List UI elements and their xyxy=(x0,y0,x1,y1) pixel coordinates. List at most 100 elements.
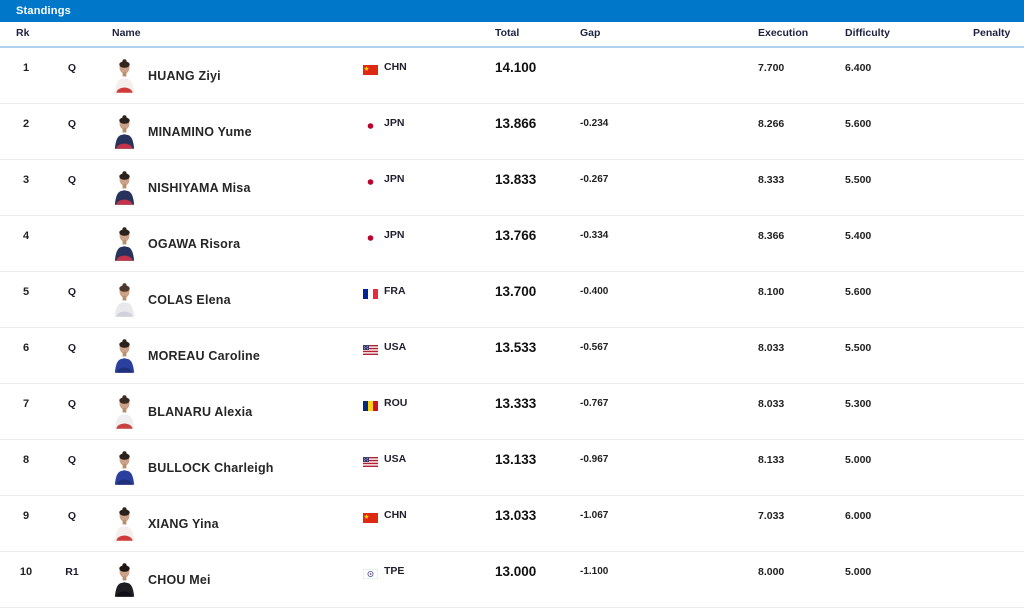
penalty-value xyxy=(973,104,1024,159)
rank-value: 9 xyxy=(22,510,30,522)
difficulty-score: 5.400 xyxy=(845,230,872,242)
qualifier-badge xyxy=(52,216,92,271)
athlete-cell: MINAMINO Yume xyxy=(92,104,355,159)
noc-code: JPN xyxy=(384,229,405,241)
usa-flag-icon xyxy=(363,454,378,467)
rank-value: 4 xyxy=(22,230,30,242)
athlete-photo xyxy=(112,506,137,541)
table-row: 2 Q MINAMINO Yume JPN 13.866 -0.234 8.26… xyxy=(0,104,1024,160)
penalty-value xyxy=(973,552,1024,607)
table-row: 9 Q XIANG Yina CHN 13.033 -1.067 7.033 6… xyxy=(0,496,1024,552)
penalty-value xyxy=(973,496,1024,551)
athlete-cell: NISHIYAMA Misa xyxy=(92,160,355,215)
athlete-photo xyxy=(112,282,137,317)
gap-value xyxy=(580,48,758,103)
total-score: 13.533 xyxy=(495,340,537,355)
difficulty-score: 6.000 xyxy=(845,510,872,522)
difficulty-score: 5.300 xyxy=(845,398,872,410)
total-score: 13.133 xyxy=(495,452,537,467)
athlete-cell: HUANG Ziyi xyxy=(92,48,355,103)
country-cell: JPN xyxy=(355,104,487,159)
athlete-name: BULLOCK Charleigh xyxy=(148,460,274,475)
difficulty-score: 6.400 xyxy=(845,62,872,74)
execution-score: 8.100 xyxy=(758,286,785,298)
noc-code: ROU xyxy=(384,397,408,409)
usa-flag-icon xyxy=(363,342,378,355)
country-cell: CHN xyxy=(355,48,487,103)
country-cell: TPE xyxy=(355,552,487,607)
athlete-cell: OGAWA Risora xyxy=(92,216,355,271)
table-row: 8 Q BULLOCK Charleigh USA 13.133 -0.967 … xyxy=(0,440,1024,496)
noc-code: JPN xyxy=(384,173,405,185)
difficulty-score: 5.000 xyxy=(845,566,872,578)
chn-flag-icon xyxy=(363,510,378,523)
column-header-gap: Gap xyxy=(580,27,601,39)
gap-value: -0.267 xyxy=(580,174,609,185)
penalty-value xyxy=(973,440,1024,495)
rank-value: 6 xyxy=(22,342,30,354)
rank-value: 10 xyxy=(19,566,33,578)
column-header-execution: Execution xyxy=(758,27,809,39)
table-row: 5 Q COLAS Elena FRA 13.700 -0.400 8.100 … xyxy=(0,272,1024,328)
total-score: 13.833 xyxy=(495,172,537,187)
rank-value: 1 xyxy=(22,62,30,74)
rank-value: 7 xyxy=(22,398,30,410)
athlete-name: COLAS Elena xyxy=(148,292,231,307)
column-header-name: Name xyxy=(112,27,141,39)
total-score: 14.100 xyxy=(495,60,537,75)
table-row: 10 R1 CHOU Mei TPE 13.000 -1.100 8.000 5… xyxy=(0,552,1024,608)
difficulty-score: 5.600 xyxy=(845,118,872,130)
total-score: 13.700 xyxy=(495,284,537,299)
execution-score: 7.033 xyxy=(758,510,785,522)
table-row: 6 Q MOREAU Caroline USA 13.533 -0.567 8.… xyxy=(0,328,1024,384)
total-score: 13.000 xyxy=(495,564,537,579)
execution-score: 8.000 xyxy=(758,566,785,578)
difficulty-score: 5.500 xyxy=(845,342,872,354)
noc-code: JPN xyxy=(384,117,405,129)
penalty-value xyxy=(973,328,1024,383)
penalty-value xyxy=(973,48,1024,103)
execution-score: 8.033 xyxy=(758,398,785,410)
execution-score: 8.033 xyxy=(758,342,785,354)
qualifier-badge: Q xyxy=(67,118,77,130)
noc-code: FRA xyxy=(384,285,406,297)
execution-score: 8.266 xyxy=(758,118,785,130)
execution-score: 8.133 xyxy=(758,454,785,466)
column-header-total: Total xyxy=(495,27,520,39)
jpn-flag-icon xyxy=(363,230,378,243)
qualifier-badge: Q xyxy=(67,174,77,186)
athlete-name: MINAMINO Yume xyxy=(148,124,252,139)
athlete-photo xyxy=(112,58,137,93)
total-score: 13.033 xyxy=(495,508,537,523)
qualifier-badge: Q xyxy=(67,398,77,410)
country-cell: JPN xyxy=(355,160,487,215)
table-row: 7 Q BLANARU Alexia ROU 13.333 -0.767 8.0… xyxy=(0,384,1024,440)
gap-value: -1.100 xyxy=(580,566,609,577)
qualifier-badge: R1 xyxy=(65,566,79,578)
noc-code: CHN xyxy=(384,509,407,521)
gap-value: -0.400 xyxy=(580,286,609,297)
chn-flag-icon xyxy=(363,62,378,75)
country-cell: JPN xyxy=(355,216,487,271)
column-header-penalty: Penalty xyxy=(973,27,1011,39)
execution-score: 7.700 xyxy=(758,62,785,74)
rank-value: 3 xyxy=(22,174,30,186)
column-header-rank: Rk xyxy=(16,27,30,39)
total-score: 13.866 xyxy=(495,116,537,131)
rank-value: 8 xyxy=(22,454,30,466)
page-title: Standings xyxy=(16,5,71,17)
athlete-photo xyxy=(112,450,137,485)
country-cell: USA xyxy=(355,440,487,495)
difficulty-score: 5.000 xyxy=(845,454,872,466)
fra-flag-icon xyxy=(363,286,378,299)
difficulty-score: 5.500 xyxy=(845,174,872,186)
table-header-row: Rk Name Total Gap Execution Difficulty P… xyxy=(0,22,1024,48)
athlete-cell: CHOU Mei xyxy=(92,552,355,607)
country-cell: CHN xyxy=(355,496,487,551)
country-cell: ROU xyxy=(355,384,487,439)
gap-value: -0.967 xyxy=(580,454,609,465)
jpn-flag-icon xyxy=(363,174,378,187)
athlete-name: CHOU Mei xyxy=(148,572,211,587)
gap-value: -1.067 xyxy=(580,510,609,521)
athlete-photo xyxy=(112,562,137,597)
